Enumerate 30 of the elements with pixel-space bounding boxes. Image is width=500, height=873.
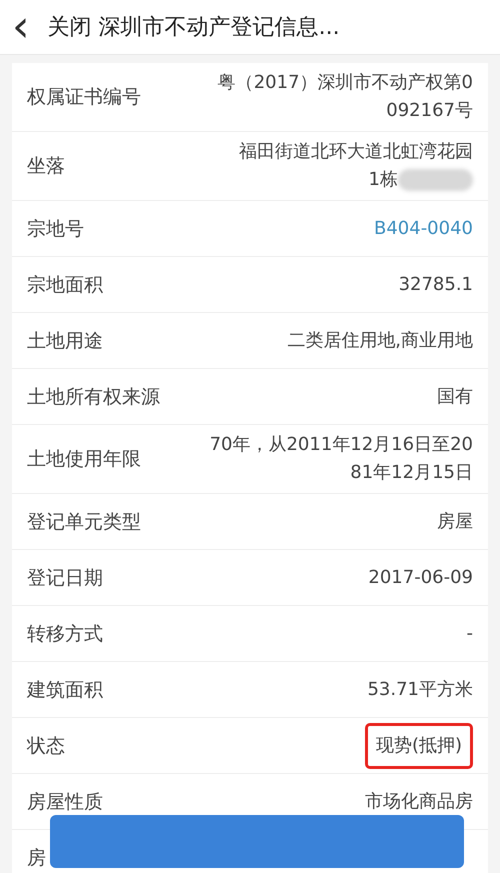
field-value: 房屋 [437, 510, 473, 532]
field-value: 市场化商品房 [365, 790, 473, 812]
field-link[interactable]: B404-0040 [374, 218, 473, 238]
field-label: 状态 [27, 734, 65, 758]
field-label: 权属证书编号 [27, 85, 141, 110]
field-value: 福田街道北环大道北虹湾花园1栋 [239, 141, 473, 190]
field-value: 粤（2017）深圳市不动产权第0092167号 [218, 72, 473, 121]
field-value: 国有 [437, 386, 473, 406]
field-value: 二类居住用地,商业用地 [287, 330, 473, 350]
field-label: 坐落 [27, 154, 65, 179]
field-label: 建筑面积 [27, 678, 103, 702]
field-label: 土地用途 [27, 328, 103, 354]
page-title: 关闭 深圳市不动产登记信息... [48, 14, 340, 42]
field-value: 2017-06-09 [368, 566, 473, 588]
field-value: 53.71平方米 [367, 678, 473, 700]
field-label: 宗地号 [27, 216, 84, 242]
primary-button[interactable] [50, 815, 464, 868]
field-label: 土地所有权来源 [27, 384, 160, 410]
field-value: 70年，从2011年12月16日至2081年12月15日 [210, 434, 473, 483]
field-label: 房 [27, 846, 46, 870]
field-label: 登记日期 [27, 566, 103, 590]
back-button[interactable]: ‹ [12, 5, 30, 49]
field-value: 32785.1 [398, 274, 473, 294]
field-label: 转移方式 [27, 622, 103, 646]
field-label: 登记单元类型 [27, 510, 141, 534]
field-label: 土地使用年限 [27, 447, 141, 472]
field-value: - [466, 622, 473, 644]
field-label: 宗地面积 [27, 272, 103, 298]
field-value: 现势(抵押) [364, 722, 473, 768]
field-label: 房屋性质 [27, 790, 103, 814]
